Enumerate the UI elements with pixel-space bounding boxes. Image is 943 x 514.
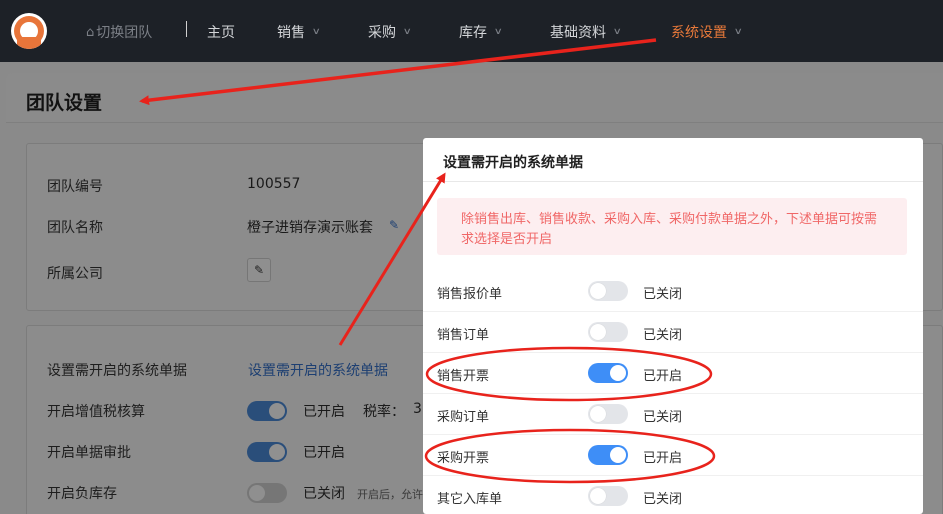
doc-label: 采购订单 <box>437 410 490 425</box>
team-name-label: 团队名称 <box>47 220 103 236</box>
dialog-divider <box>423 181 923 182</box>
top-navbar: ⌂ 切换团队 主页 销售 ∨ 采购 ∨ 库存 ∨ 基础资料 ∨ 系统设置 ∨ <box>0 0 943 62</box>
other-inbound-toggle[interactable] <box>588 486 628 506</box>
negative-stock-hint: 开启后，允许 <box>357 488 423 501</box>
purchase-invoice-toggle[interactable] <box>588 445 628 465</box>
chevron-down-icon: ∨ <box>612 27 622 37</box>
doc-status: 已关闭 <box>643 492 683 507</box>
team-name-value: 橙子进销存演示账套 <box>247 220 373 236</box>
chevron-down-icon: ∨ <box>402 27 412 37</box>
doc-status: 已开启 <box>643 369 683 384</box>
doc-row-purchase-order: 采购订单 已关闭 <box>423 394 923 435</box>
doc-status: 已关闭 <box>643 328 683 343</box>
tax-rate-label: 税率： <box>363 404 405 420</box>
sales-order-toggle[interactable] <box>588 322 628 342</box>
team-id-value: 100557 <box>247 176 301 192</box>
doc-label: 其它入库单 <box>437 492 503 507</box>
vat-label: 开启增值税核算 <box>47 404 145 420</box>
chevron-down-icon: ∨ <box>311 27 321 37</box>
nav-basic-data[interactable]: 基础资料 ∨ <box>550 22 622 42</box>
nav-basic-data-label: 基础资料 <box>550 25 606 41</box>
page-header: 团队设置 <box>6 73 943 123</box>
doc-label: 销售订单 <box>437 328 490 343</box>
approval-label: 开启单据审批 <box>47 445 131 461</box>
purchase-order-toggle[interactable] <box>588 404 628 424</box>
approval-status: 已开启 <box>303 445 345 461</box>
nav-home-label: 主页 <box>207 25 235 41</box>
system-docs-link[interactable]: 设置需开启的系统单据 <box>248 360 388 380</box>
team-id-label: 团队编号 <box>47 179 103 195</box>
doc-label: 销售报价单 <box>437 287 503 302</box>
company-label: 所属公司 <box>47 266 103 282</box>
app-logo[interactable] <box>11 13 47 49</box>
doc-label: 采购开票 <box>437 451 490 466</box>
nav-purchase[interactable]: 采购 ∨ <box>368 22 412 42</box>
sales-invoice-toggle[interactable] <box>588 363 628 383</box>
nav-home[interactable]: 主页 <box>207 22 235 42</box>
doc-status: 已关闭 <box>643 410 683 425</box>
system-docs-dialog: 设置需开启的系统单据 除销售出库、销售收款、采购入库、采购付款单据之外，下述单据… <box>423 138 923 514</box>
doc-row-purchase-invoice: 采购开票 已开启 <box>423 435 923 476</box>
nav-divider <box>186 21 187 37</box>
chevron-down-icon: ∨ <box>493 27 503 37</box>
doc-label: 销售开票 <box>437 369 490 384</box>
negative-stock-toggle[interactable] <box>247 483 287 503</box>
edit-team-name-icon[interactable]: ✎ <box>389 218 399 232</box>
negative-stock-label: 开启负库存 <box>47 486 117 502</box>
page-title: 团队设置 <box>26 92 103 114</box>
tax-rate-value[interactable]: 3 <box>413 401 422 417</box>
nav-sales-label: 销售 <box>277 25 305 41</box>
nav-purchase-label: 采购 <box>368 25 396 41</box>
nav-inventory-label: 库存 <box>459 25 487 41</box>
dialog-title: 设置需开启的系统单据 <box>443 155 583 171</box>
home-icon: ⌂ <box>86 24 95 40</box>
doc-status: 已关闭 <box>643 287 683 302</box>
switch-team-label: 切换团队 <box>96 25 153 41</box>
system-docs-label: 设置需开启的系统单据 <box>47 363 187 379</box>
doc-row-sales-invoice: 销售开票 已开启 <box>423 353 923 394</box>
nav-sales[interactable]: 销售 ∨ <box>277 22 321 42</box>
edit-company-icon[interactable]: ✎ <box>247 258 271 282</box>
sales-quote-toggle[interactable] <box>588 281 628 301</box>
approval-toggle[interactable] <box>247 442 287 462</box>
doc-row-sales-order: 销售订单 已关闭 <box>423 312 923 353</box>
negative-stock-status: 已关闭 <box>303 486 345 502</box>
nav-inventory[interactable]: 库存 ∨ <box>459 22 503 42</box>
doc-status: 已开启 <box>643 451 683 466</box>
switch-team-button[interactable]: ⌂ 切换团队 <box>86 22 152 42</box>
nav-system-settings[interactable]: 系统设置 ∨ <box>671 22 743 42</box>
chevron-down-icon: ∨ <box>733 27 743 37</box>
doc-row-other-inbound: 其它入库单 已关闭 <box>423 476 923 514</box>
doc-row-sales-quote: 销售报价单 已关闭 <box>423 271 923 312</box>
nav-system-settings-label: 系统设置 <box>671 25 727 41</box>
vat-toggle[interactable] <box>247 401 287 421</box>
vat-status: 已开启 <box>303 404 345 420</box>
notice-banner: 除销售出库、销售收款、采购入库、采购付款单据之外，下述单据可按需求选择是否开启 <box>437 198 907 255</box>
